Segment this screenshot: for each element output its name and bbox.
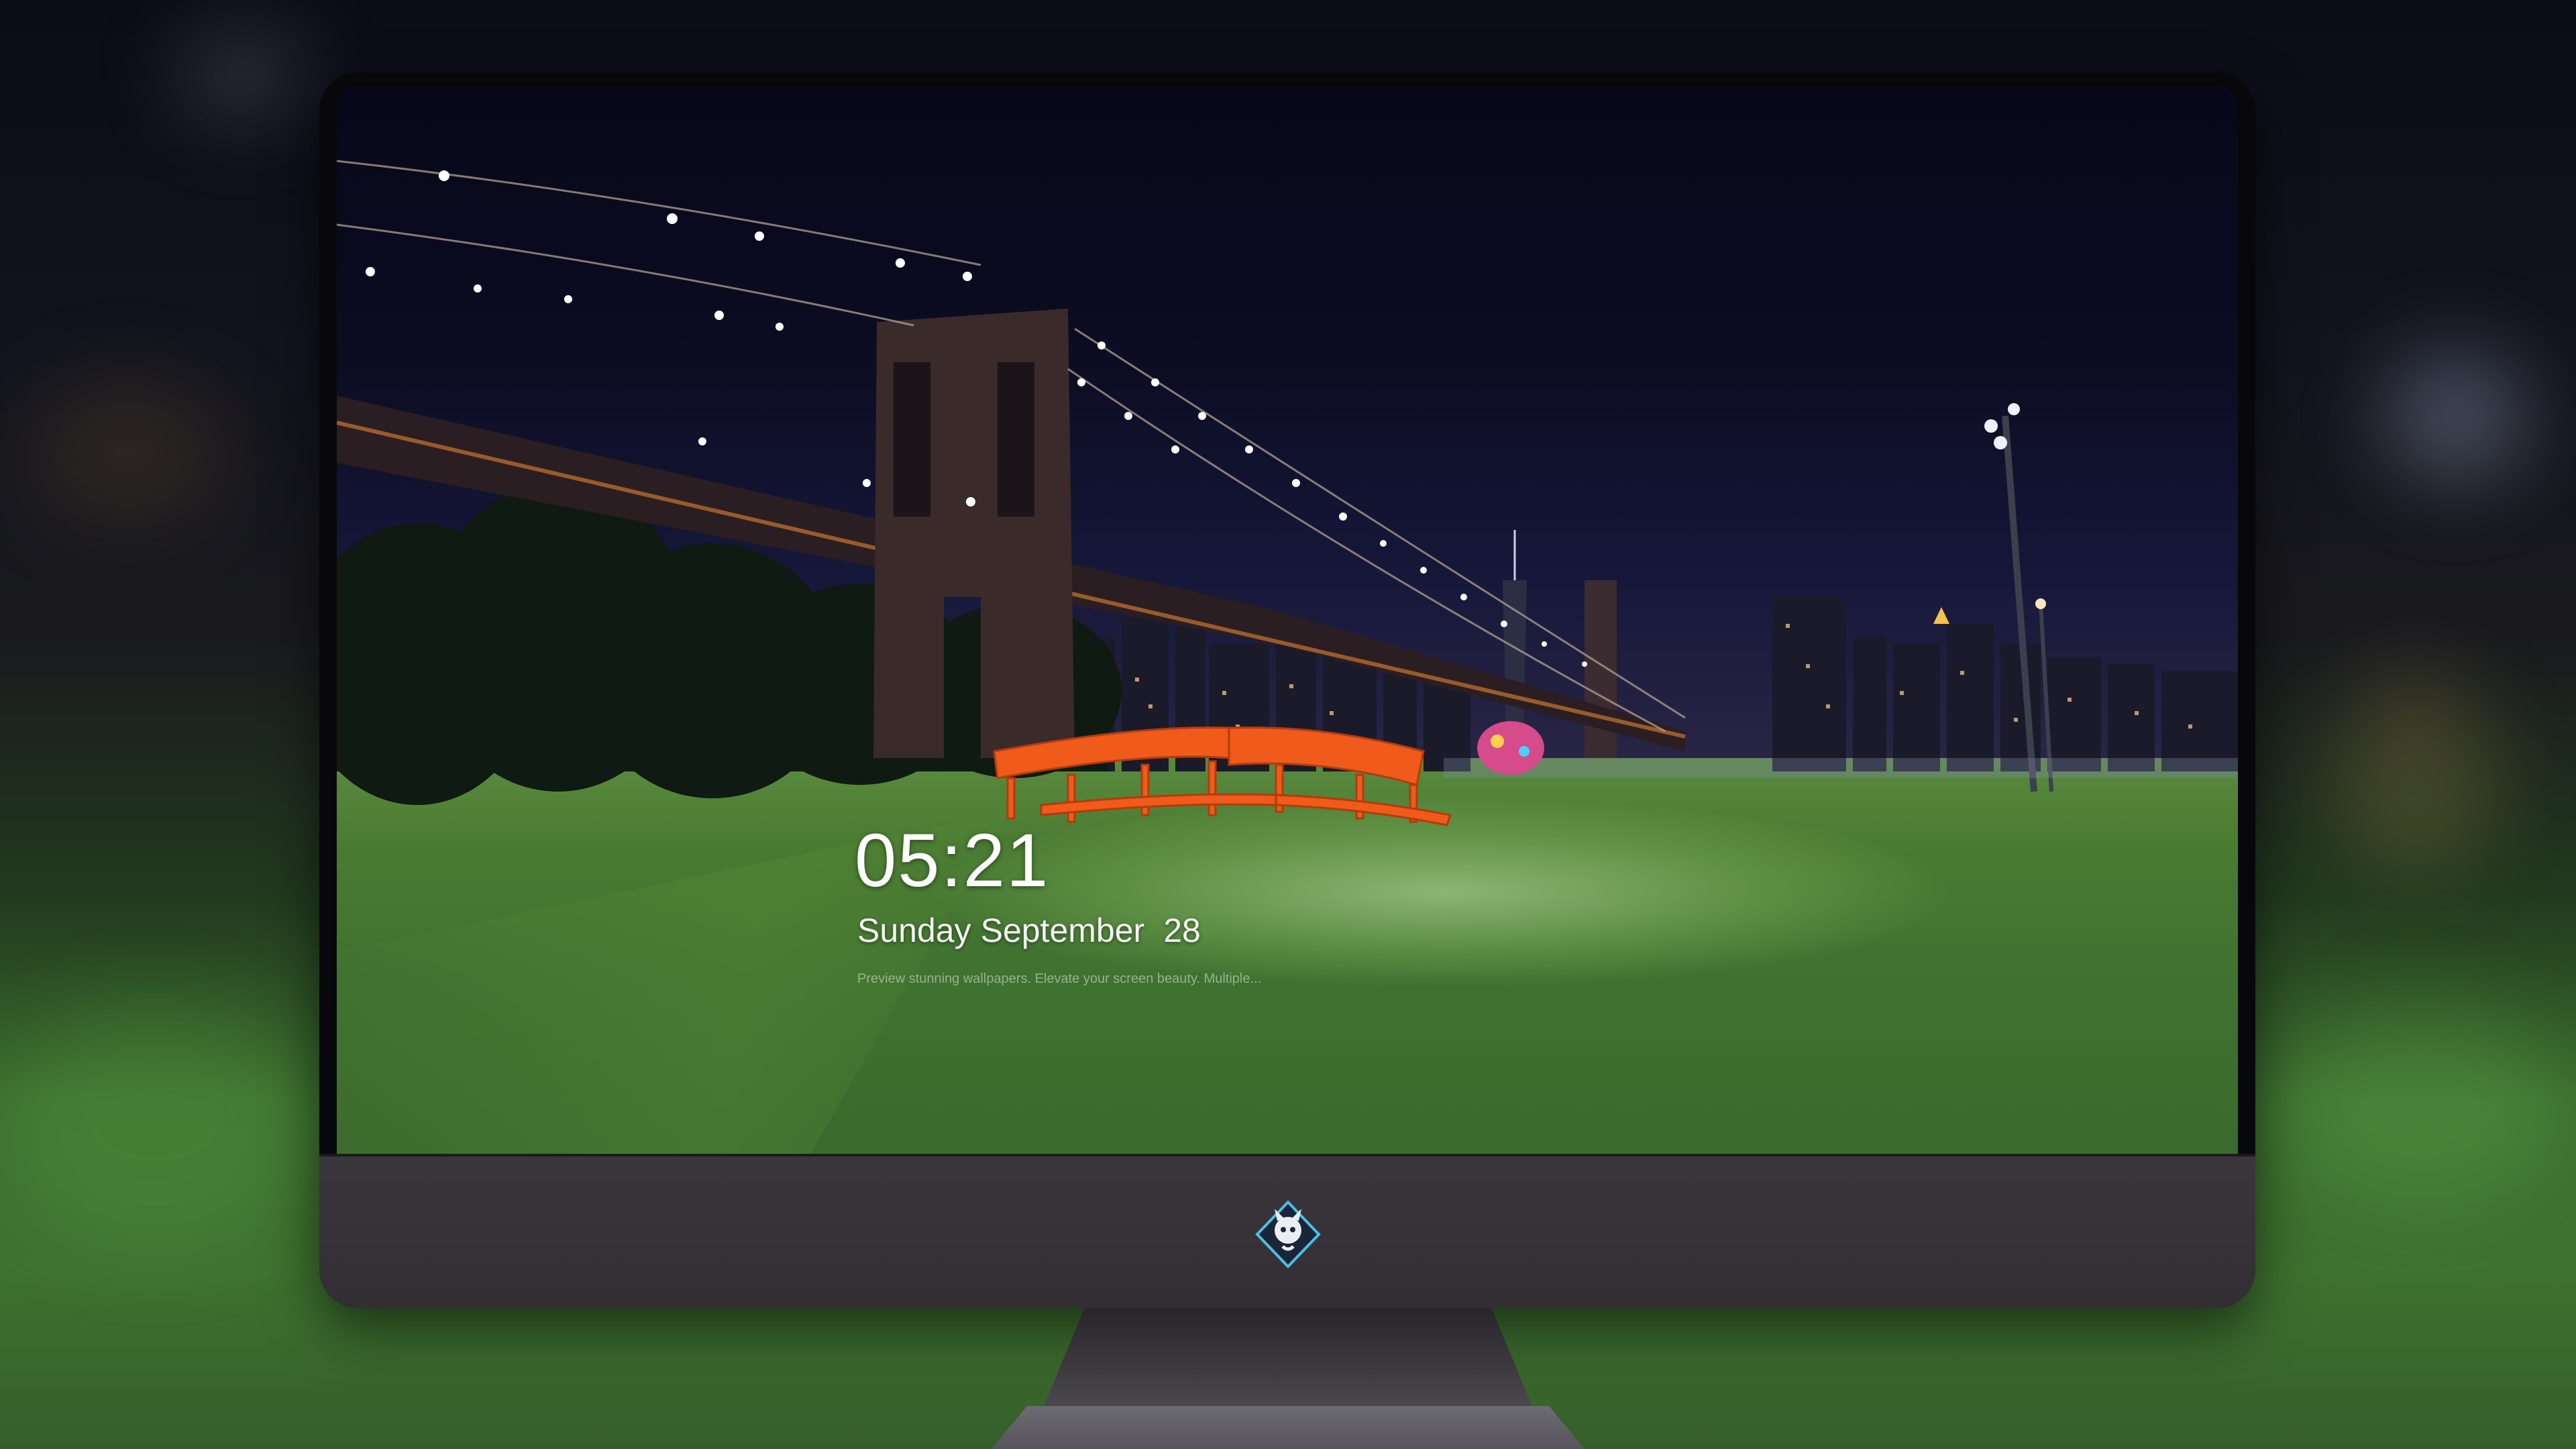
monitor-stand-neck xyxy=(1040,1308,1536,1415)
lock-weekday: Sunday xyxy=(857,912,971,949)
lock-tagline: Preview stunning wallpapers. Elevate you… xyxy=(857,971,1262,986)
lock-date: Sunday September 28 xyxy=(857,911,1210,950)
golden-top xyxy=(1933,607,1949,624)
lock-clock: 05:21 xyxy=(855,818,1050,902)
orange-benches xyxy=(993,726,1452,826)
lock-month: September xyxy=(980,912,1145,949)
chin-seam xyxy=(319,1154,2255,1157)
sculpture xyxy=(1477,721,1544,775)
lock-day: 28 xyxy=(1163,912,1201,949)
monitor-stand-base xyxy=(991,1406,1585,1449)
desktop-screen: 05:21 Sunday September 28 Preview stunning… xyxy=(337,87,2238,1154)
wallpaper-scene xyxy=(337,160,2238,826)
mascot-logo-icon xyxy=(1253,1199,1323,1269)
